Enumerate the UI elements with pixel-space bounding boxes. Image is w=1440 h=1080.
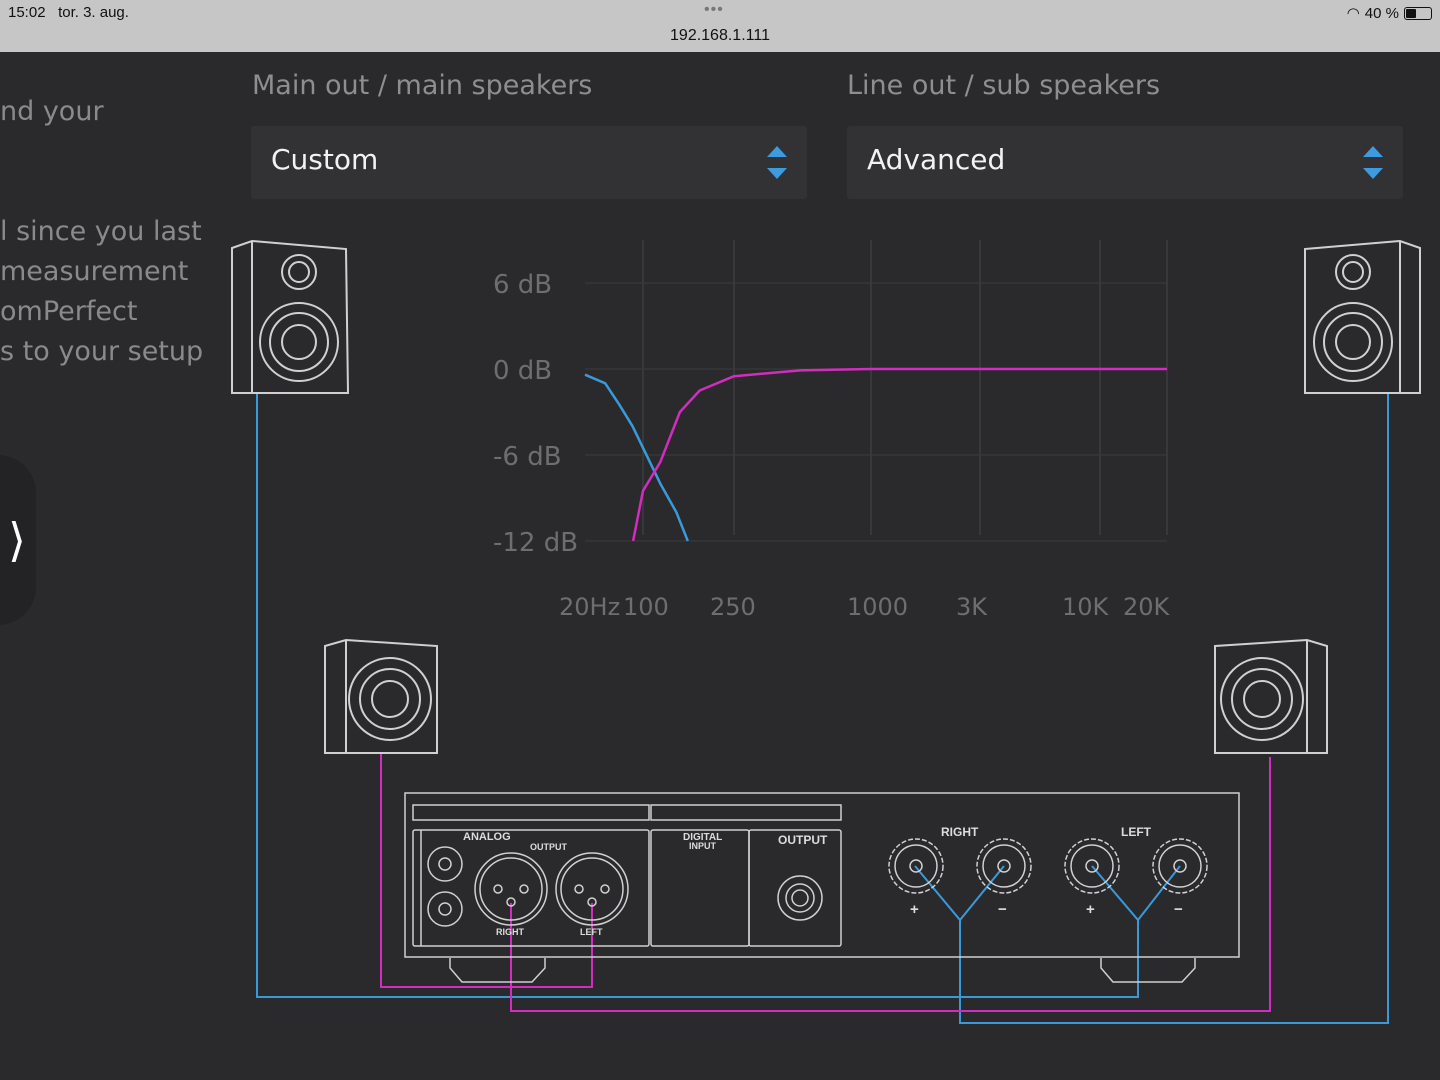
wire-right-main	[959, 393, 1389, 1024]
wire-right-sub	[510, 757, 1271, 1012]
speaker-right-label: RIGHT	[941, 825, 979, 839]
plus-label: +	[910, 901, 919, 918]
x-tick-label: 3K	[956, 593, 988, 621]
crossover-chart: 6 dB 0 dB -6 dB -12 dB 20Hz 100 250 1000…	[493, 240, 1171, 621]
xlr-right-label: RIGHT	[496, 927, 525, 937]
setup-diagram: 6 dB 0 dB -6 dB -12 dB 20Hz 100 250 1000…	[231, 239, 1421, 1024]
plus-label: +	[1086, 901, 1095, 918]
amplifier-back-panel: ANALOG OUTPUT RIGHT LEFT DIGITAL INPUT O…	[404, 792, 1240, 983]
x-tick-label: 20K	[1123, 593, 1171, 621]
input-label: INPUT	[689, 841, 717, 851]
speaker-left-label: LEFT	[1121, 825, 1152, 839]
y-tick-label: -6 dB	[493, 442, 562, 472]
x-tick-label: 20Hz	[559, 593, 620, 621]
sub-speaker-left-icon	[324, 638, 438, 754]
y-tick-label: 6 dB	[493, 270, 552, 300]
x-tick-label: 100	[623, 593, 669, 621]
y-tick-label: -12 dB	[493, 528, 578, 558]
sub-speaker-right-icon	[1214, 638, 1328, 754]
y-tick-label: 0 dB	[493, 356, 552, 386]
x-tick-label: 1000	[847, 593, 908, 621]
x-tick-label: 10K	[1062, 593, 1110, 621]
digital-output-label: OUTPUT	[778, 833, 828, 847]
analog-output-label: OUTPUT	[530, 842, 568, 852]
xlr-left-label: LEFT	[580, 927, 603, 937]
main-speaker-left-icon	[231, 239, 350, 394]
wires	[256, 393, 1389, 1024]
main-speaker-right-icon	[1304, 239, 1421, 394]
minus-label: −	[998, 901, 1007, 918]
series-line-sub-low-pass	[584, 373, 689, 542]
x-tick-label: 250	[710, 593, 756, 621]
analog-label: ANALOG	[463, 831, 511, 843]
minus-label: −	[1174, 901, 1183, 918]
